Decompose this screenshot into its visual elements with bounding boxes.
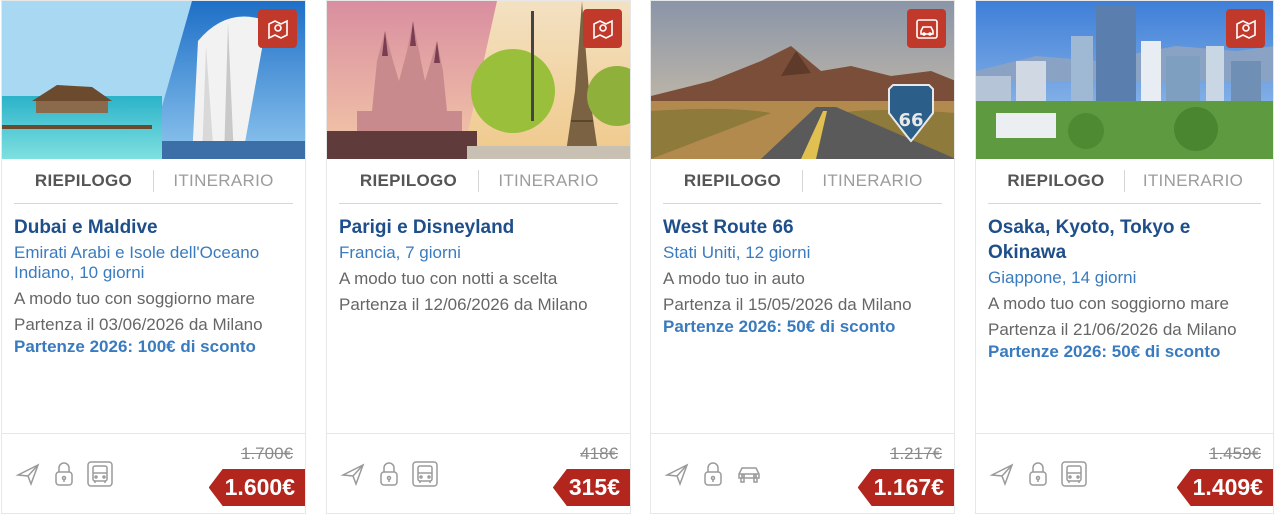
lock-icon (55, 462, 73, 486)
plane-icon (340, 463, 365, 487)
price-tag[interactable]: 1.409€ (1176, 469, 1273, 506)
tour-features (988, 460, 1088, 488)
tour-title[interactable]: Dubai e Maldive (14, 215, 299, 240)
tour-card[interactable]: 66 RIEPILOGO ITINERARIO West Route 66 St… (650, 0, 955, 514)
tour-title[interactable]: Osaka, Kyoto, Tokyo e Okinawa (988, 215, 1267, 265)
tour-features (14, 460, 114, 488)
old-price: 1.459€ (1209, 444, 1261, 463)
tab-itinerary[interactable]: ITINERARIO (479, 171, 618, 191)
tab-summary[interactable]: RIEPILOGO (14, 171, 153, 191)
price-tag[interactable]: 1.167€ (857, 469, 954, 506)
tour-title[interactable]: West Route 66 (663, 215, 948, 240)
old-price: 418€ (580, 444, 618, 463)
tour-departure: Partenza il 15/05/2026 da Milano (663, 295, 912, 314)
lock-icon (380, 462, 398, 486)
car-icon (738, 467, 760, 483)
price-tag[interactable]: 315€ (552, 469, 630, 506)
tour-info: Osaka, Kyoto, Tokyo e Okinawa Giappone, … (988, 215, 1267, 362)
tour-departure: Partenza il 21/06/2026 da Milano (988, 320, 1237, 339)
old-price: 1.217€ (890, 444, 942, 463)
tour-description: A modo tuo con soggiorno mare (14, 289, 255, 308)
tour-promo: Partenze 2026: 100€ di sconto (14, 337, 256, 356)
map-location-icon[interactable] (583, 9, 622, 48)
tour-image-route-66[interactable]: 66 (651, 1, 954, 159)
tour-features (339, 460, 439, 488)
card-tabs: RIEPILOGO ITINERARIO (663, 159, 942, 204)
tab-itinerary[interactable]: ITINERARIO (803, 171, 942, 191)
price-tag[interactable]: 1.600€ (208, 469, 305, 506)
tour-departure: Partenza il 03/06/2026 da Milano (14, 315, 263, 334)
card-footer: 418€ 315€ (327, 433, 630, 513)
tour-card[interactable]: RIEPILOGO ITINERARIO Parigi e Disneyland… (326, 0, 631, 514)
tour-info: West Route 66 Stati Uniti, 12 giorni A m… (663, 215, 948, 337)
tour-image-japan[interactable] (976, 1, 1273, 159)
plane-icon (664, 463, 689, 487)
tour-card[interactable]: RIEPILOGO ITINERARIO Dubai e Maldive Emi… (1, 0, 306, 514)
tour-destination: Giappone, 14 giorni (988, 268, 1137, 287)
tab-itinerary[interactable]: ITINERARIO (1125, 171, 1261, 191)
plane-icon (989, 463, 1014, 487)
tour-promo: Partenze 2026: 50€ di sconto (988, 342, 1221, 361)
tour-card[interactable]: RIEPILOGO ITINERARIO Osaka, Kyoto, Tokyo… (975, 0, 1274, 514)
tour-description: A modo tuo con soggiorno mare (988, 294, 1229, 313)
tour-image-dubai-maldives[interactable] (2, 1, 305, 159)
map-location-icon[interactable] (1226, 9, 1265, 48)
plane-icon (15, 463, 40, 487)
tour-description: A modo tuo in auto (663, 269, 805, 288)
tour-features (663, 460, 763, 488)
card-footer: 1.459€ 1.409€ (976, 433, 1273, 513)
tab-itinerary[interactable]: ITINERARIO (154, 171, 293, 191)
card-tabs: RIEPILOGO ITINERARIO (988, 159, 1261, 204)
tour-destination: Francia, 7 giorni (339, 243, 461, 262)
tab-summary[interactable]: RIEPILOGO (988, 171, 1124, 191)
tour-info: Dubai e Maldive Emirati Arabi e Isole de… (14, 215, 299, 357)
svg-text:66: 66 (898, 110, 923, 131)
tab-summary[interactable]: RIEPILOGO (663, 171, 802, 191)
tour-promo: Partenze 2026: 50€ di sconto (663, 317, 896, 336)
car-route-icon[interactable] (907, 9, 946, 48)
lock-icon (1029, 462, 1047, 486)
card-footer: 1.700€ 1.600€ (2, 433, 305, 513)
card-tabs: RIEPILOGO ITINERARIO (339, 159, 618, 204)
bus-icon (87, 461, 113, 487)
tour-image-paris-disneyland[interactable] (327, 1, 630, 159)
card-footer: 1.217€ 1.167€ (651, 433, 954, 513)
tab-summary[interactable]: RIEPILOGO (339, 171, 478, 191)
tour-destination: Emirati Arabi e Isole dell'Oceano Indian… (14, 243, 260, 282)
tour-description: A modo tuo con notti a scelta (339, 269, 558, 288)
tour-destination: Stati Uniti, 12 giorni (663, 243, 811, 262)
old-price: 1.700€ (241, 444, 293, 463)
tour-info: Parigi e Disneyland Francia, 7 giorni A … (339, 215, 624, 317)
map-location-icon[interactable] (258, 9, 297, 48)
tour-title[interactable]: Parigi e Disneyland (339, 215, 624, 240)
bus-icon (412, 461, 438, 487)
bus-icon (1061, 461, 1087, 487)
card-tabs: RIEPILOGO ITINERARIO (14, 159, 293, 204)
tour-departure: Partenza il 12/06/2026 da Milano (339, 295, 588, 314)
lock-icon (704, 462, 722, 486)
